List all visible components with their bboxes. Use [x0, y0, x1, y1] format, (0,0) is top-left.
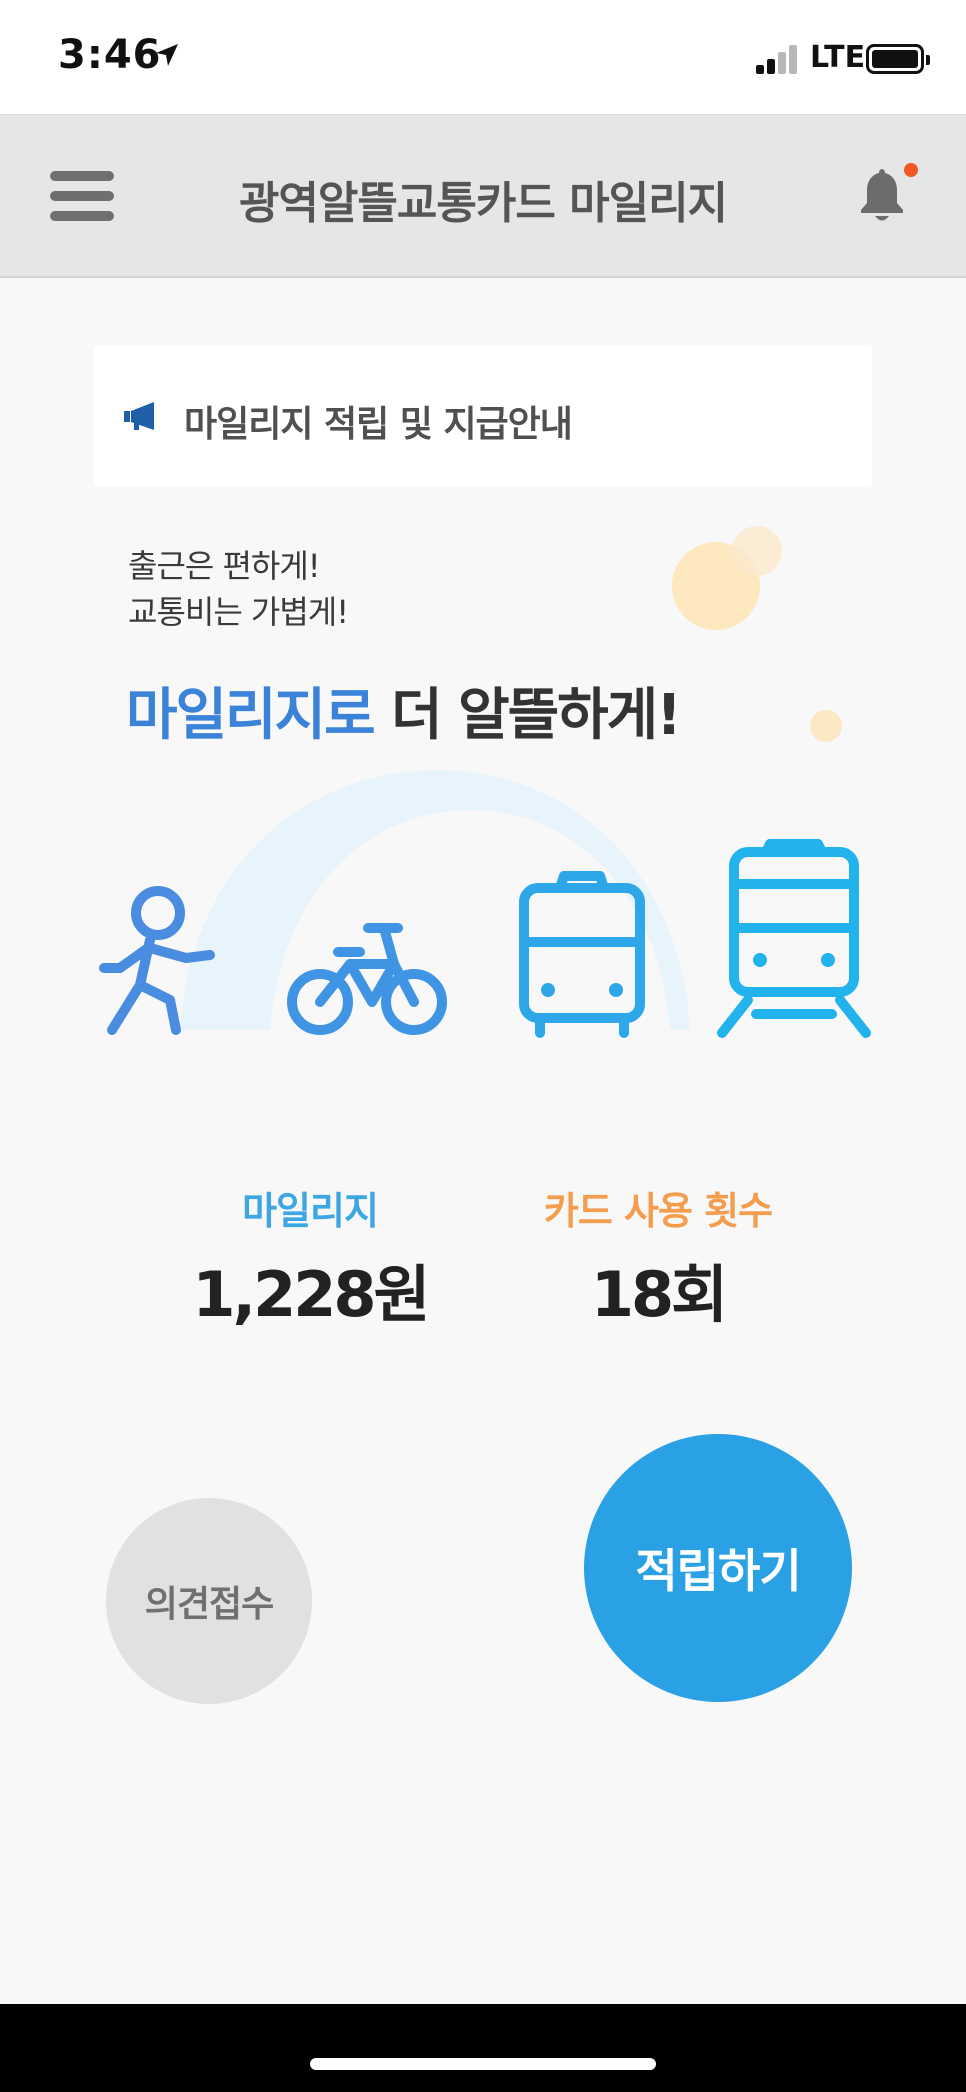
signal-strength-icon [756, 44, 798, 74]
home-indicator-bar [0, 2004, 966, 2092]
location-arrow-icon [156, 44, 178, 66]
bell-icon[interactable] [856, 165, 908, 225]
megaphone-icon [124, 402, 154, 430]
page-title: 광역알뜰교통카드 마일리지 [238, 178, 728, 229]
status-bar: 3:46 LTE [0, 0, 966, 114]
notice-text: 마일리지 적립 및 지급안내 [184, 404, 573, 445]
decorative-circle [810, 710, 842, 742]
home-indicator[interactable] [310, 2058, 656, 2070]
feedback-button[interactable]: 의견접수 [106, 1498, 312, 1704]
promo-subtext: 출근은 편하게! 교통비는 가볍게! [128, 543, 349, 635]
transport-illustration [93, 770, 873, 1038]
train-icon [717, 839, 871, 1038]
card-usage-value: 18회 [590, 1258, 728, 1331]
promo-headline-highlight: 마일리지로 [126, 683, 376, 748]
notice-banner[interactable]: 마일리지 적립 및 지급안내 [94, 345, 872, 487]
mileage-value: 1,228원 [192, 1258, 430, 1331]
accrue-mileage-button[interactable]: 적립하기 [584, 1434, 852, 1702]
card-usage-label: 카드 사용 횟수 [543, 1189, 773, 1233]
battery-icon [866, 44, 930, 74]
promo-headline: 마일리지로 더 알뜰하게! [126, 670, 682, 751]
promo-headline-rest: 더 알뜰하게! [391, 683, 682, 748]
decorative-circle [732, 526, 782, 576]
app-header: 광역알뜰교통카드 마일리지 [0, 114, 966, 278]
mileage-label: 마일리지 [242, 1189, 379, 1233]
promo-line-2: 교통비는 가볍게! [128, 593, 349, 631]
status-time: 3:46 [58, 32, 162, 78]
notification-dot [904, 163, 918, 177]
network-type: LTE [810, 40, 866, 75]
promo-line-1: 출근은 편하게! [128, 547, 321, 585]
